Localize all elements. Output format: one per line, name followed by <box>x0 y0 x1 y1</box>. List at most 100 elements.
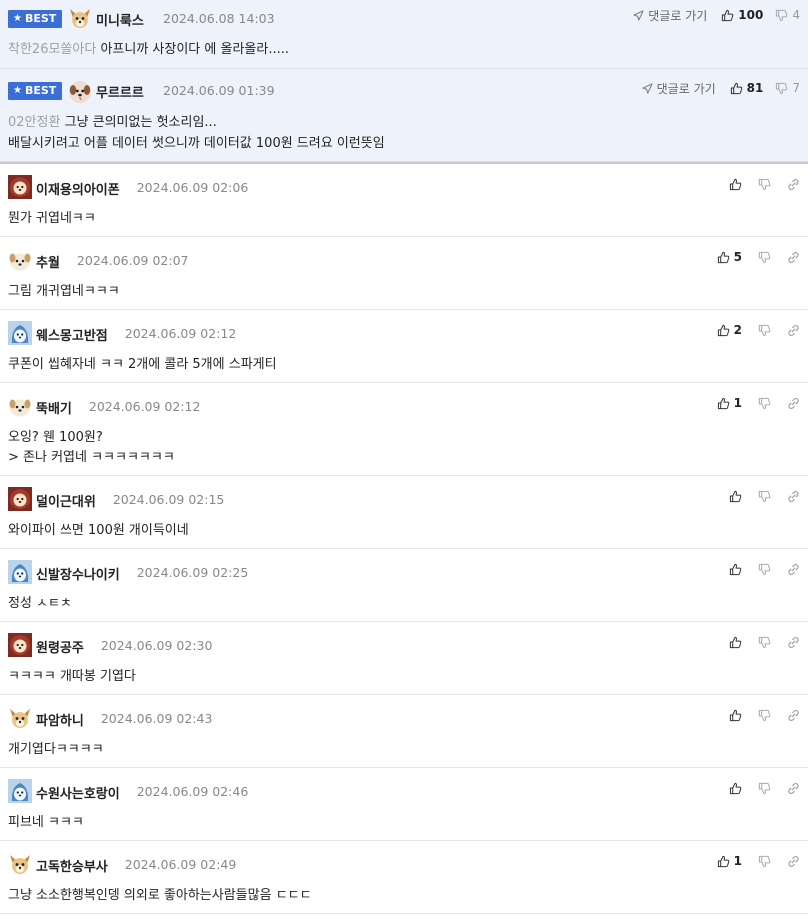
goto-comment-button[interactable]: 댓글로 가기 <box>633 7 707 24</box>
copy-link-button[interactable] <box>787 782 800 795</box>
comment-row: 신발장수나이키 2024.06.09 02:25 정성 ㅅㅌㅊ <box>0 549 808 622</box>
comment-actions: 1 <box>717 395 800 411</box>
like-count: 1 <box>733 854 742 868</box>
copy-link-button[interactable] <box>787 178 800 191</box>
dislike-button[interactable] <box>758 855 771 868</box>
best-comment: ★ BEST 무르르르 2024.06.09 01:39 댓글로 가기 81 7 … <box>0 69 808 162</box>
dislike-button[interactable] <box>758 324 771 337</box>
copy-link-button[interactable] <box>787 490 800 503</box>
dislike-button[interactable] <box>758 563 771 576</box>
puppy-face-avatar-image <box>69 81 91 103</box>
comment-timestamp: 2024.06.09 02:30 <box>100 638 213 653</box>
avatar[interactable] <box>8 706 32 730</box>
link-icon <box>788 251 799 263</box>
like-button[interactable] <box>729 178 742 191</box>
like-button[interactable]: 1 <box>717 396 742 410</box>
comment-nickname[interactable]: 추월 <box>36 252 60 271</box>
dislike-button[interactable] <box>758 636 771 649</box>
comment-nickname[interactable]: 덜이근대위 <box>36 491 96 510</box>
dislike-button[interactable] <box>758 709 771 722</box>
avatar[interactable] <box>8 175 32 199</box>
thumbs-up-icon <box>729 490 742 502</box>
avatar[interactable] <box>8 779 32 803</box>
like-button[interactable] <box>729 709 742 722</box>
comment-row: 웨스몽고반점 2024.06.09 02:12 2 쿠폰이 씹혜자네 ㅋㅋ 2개에 콜… <box>0 310 808 383</box>
comment-timestamp: 2024.06.09 02:46 <box>136 784 249 799</box>
comment-row: 이재용의아이폰 2024.06.09 02:06 뭔가 귀엽네ㅋㅋ <box>0 164 808 237</box>
avatar[interactable] <box>8 560 32 584</box>
goto-comment-button[interactable]: 댓글로 가기 <box>642 80 716 97</box>
like-button[interactable] <box>729 782 742 795</box>
comment-timestamp: 2024.06.09 02:07 <box>76 253 189 268</box>
thumbs-up-icon <box>717 251 729 263</box>
thumbs-down-icon <box>758 397 771 409</box>
thumbs-up-icon <box>717 397 729 409</box>
thumbs-up-icon <box>729 563 742 575</box>
thumbs-down-icon <box>758 324 771 336</box>
comment-nickname[interactable]: 고독한승부사 <box>36 856 108 875</box>
like-button[interactable] <box>729 563 742 576</box>
thumbs-up-icon <box>722 9 734 21</box>
comment-nickname[interactable]: 미니룩스 <box>96 10 144 29</box>
avatar[interactable] <box>8 487 32 511</box>
comment-nickname[interactable]: 이재용의아이폰 <box>36 179 120 198</box>
dislike-button[interactable] <box>758 251 771 264</box>
like-button[interactable]: 2 <box>717 323 742 337</box>
dislike-button[interactable] <box>758 782 771 795</box>
dislike-button[interactable]: 7 <box>775 81 800 95</box>
reply-target[interactable]: 02안정환 <box>8 115 60 130</box>
copy-link-button[interactable] <box>787 709 800 722</box>
comment-nickname[interactable]: 웨스몽고반점 <box>36 325 108 344</box>
copy-link-button[interactable] <box>787 855 800 868</box>
send-icon <box>642 82 653 94</box>
avatar[interactable] <box>68 80 92 104</box>
copy-link-button[interactable] <box>787 636 800 649</box>
copy-link-button[interactable] <box>787 563 800 576</box>
like-button[interactable] <box>729 490 742 503</box>
comment-nickname[interactable]: 원령공주 <box>36 637 84 656</box>
dislike-button[interactable] <box>758 178 771 191</box>
link-icon <box>788 178 799 190</box>
thumbs-down-icon <box>758 563 771 575</box>
comment-divider <box>0 913 808 914</box>
comment-nickname[interactable]: 뚝배기 <box>36 398 72 417</box>
comment-row: 덜이근대위 2024.06.09 02:15 와이파이 쓰면 100원 개이득이네 <box>0 476 808 549</box>
like-button[interactable]: 5 <box>717 250 742 264</box>
like-button[interactable]: 1 <box>717 854 742 868</box>
like-button[interactable]: 100 <box>721 8 763 22</box>
like-button[interactable] <box>729 636 742 649</box>
star-icon: ★ <box>13 13 22 24</box>
avatar[interactable] <box>68 6 92 30</box>
thumbs-up-icon <box>729 782 742 794</box>
reply-target[interactable]: 착한26모쏠아다 <box>8 42 96 57</box>
copy-link-button[interactable] <box>787 324 800 337</box>
avatar[interactable] <box>8 633 32 657</box>
comment-nickname[interactable]: 신발장수나이키 <box>36 564 120 583</box>
copy-link-button[interactable] <box>787 397 800 410</box>
comment-text: 그림 개귀엽네ㅋㅋㅋ <box>8 284 120 299</box>
like-count: 100 <box>738 8 764 22</box>
comment-nickname[interactable]: 파암하니 <box>36 710 84 729</box>
comment-nickname[interactable]: 수원사는호랑이 <box>36 783 120 802</box>
comment-timestamp: 2024.06.08 14:03 <box>163 11 275 26</box>
comment-text: ㅋㅋㅋㅋ 개따봉 기엽다 <box>8 669 136 684</box>
dislike-button[interactable] <box>758 490 771 503</box>
comment-nickname[interactable]: 무르르르 <box>96 82 144 101</box>
like-button[interactable]: 81 <box>730 81 763 95</box>
avatar[interactable] <box>8 394 32 418</box>
avatar[interactable] <box>8 321 32 345</box>
thumbs-down-icon <box>758 490 771 502</box>
dislike-button[interactable] <box>758 397 771 410</box>
star-icon: ★ <box>13 85 22 96</box>
thumbs-down-icon <box>758 251 771 263</box>
dislike-button[interactable]: 4 <box>775 8 800 22</box>
chihuahua-avatar-image <box>70 9 90 28</box>
comment-text: 개기엽다ㅋㅋㅋㅋ <box>8 742 104 757</box>
avatar[interactable] <box>8 248 32 272</box>
link-icon <box>788 324 799 336</box>
comment-timestamp: 2024.06.09 02:12 <box>88 399 201 414</box>
comment-timestamp: 2024.06.09 02:49 <box>124 857 237 872</box>
avatar[interactable] <box>8 852 32 876</box>
comment-actions <box>729 176 800 192</box>
copy-link-button[interactable] <box>787 251 800 264</box>
